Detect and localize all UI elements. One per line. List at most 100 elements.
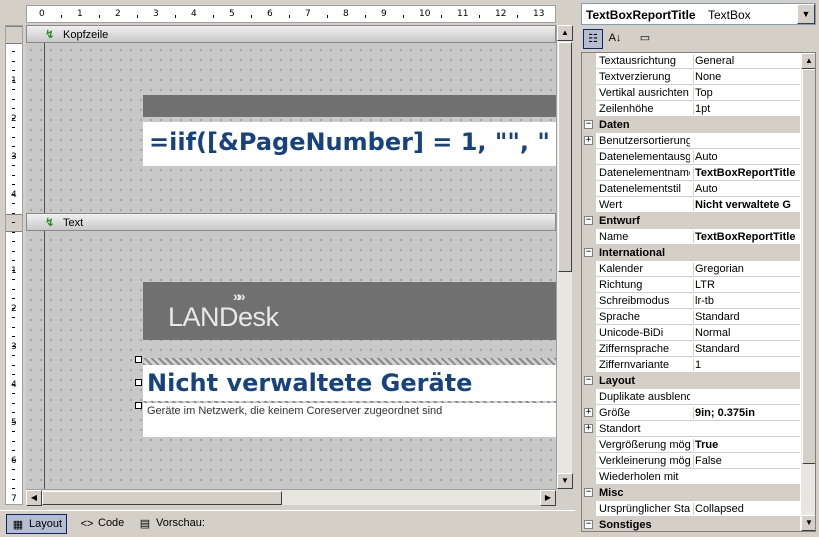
property-value[interactable]: Auto	[693, 151, 800, 163]
tab-layout[interactable]: ▦ Layout	[6, 514, 68, 534]
property-row[interactable]: Duplikate ausblend	[582, 389, 800, 405]
tab-code[interactable]: <> Code	[76, 514, 128, 534]
ruler-tick	[12, 365, 15, 366]
property-value[interactable]: True	[693, 439, 800, 451]
property-value[interactable]: Normal	[693, 327, 800, 339]
property-gutter	[582, 85, 596, 101]
property-value[interactable]: Standard	[693, 311, 800, 323]
ruler-tick	[12, 336, 15, 337]
property-row[interactable]: + Standort	[582, 421, 800, 437]
property-row[interactable]: Textausrichtung General	[582, 53, 800, 69]
report-title-textbox[interactable]: Nicht verwaltete Geräte	[143, 365, 556, 401]
band-header-text[interactable]: ↯ Text	[26, 213, 556, 231]
collapse-icon[interactable]: −	[584, 488, 593, 497]
collapse-icon[interactable]: −	[584, 120, 593, 129]
property-row[interactable]: Ursprünglicher Sta Collapsed	[582, 501, 800, 517]
design-surface[interactable]: ↯ Kopfzeile =iif([&PageNumber] = 1, "", …	[26, 25, 556, 489]
property-row[interactable]: Datenelementausg Auto	[582, 149, 800, 165]
report-subtitle-textbox[interactable]: Geräte im Netzwerk, die keinem Coreserve…	[143, 403, 556, 437]
property-row[interactable]: Datenelementstil Auto	[582, 181, 800, 197]
designer-vertical-scrollbar[interactable]: ▲ ▼	[556, 25, 573, 489]
property-value[interactable]: General	[693, 55, 800, 67]
scroll-left-button[interactable]: ◀	[26, 490, 42, 506]
scroll-right-button[interactable]: ▶	[540, 490, 556, 506]
property-row[interactable]: Zeilenhöhe 1pt	[582, 101, 800, 117]
property-value[interactable]: LTR	[693, 279, 800, 291]
property-value[interactable]: Auto	[693, 183, 800, 195]
property-value[interactable]: None	[693, 71, 800, 83]
property-list: Textausrichtung General Textverzierung None…	[581, 52, 816, 532]
property-value[interactable]: lr-tb	[693, 295, 800, 307]
tab-vorschau[interactable]: ▤ Vorschau:	[134, 514, 209, 534]
scroll-up-button[interactable]: ▲	[557, 25, 573, 41]
property-value[interactable]: 9in; 0.375in	[693, 407, 800, 419]
property-value[interactable]: Top	[693, 87, 800, 99]
property-row[interactable]: Textverzierung None	[582, 69, 800, 85]
property-row[interactable]: Sprache Standard	[582, 309, 800, 325]
property-row[interactable]: Name TextBoxReportTitle	[582, 229, 800, 245]
property-list-scrollbar[interactable]: ▲ ▼	[801, 53, 815, 531]
band-header-kopfzeile[interactable]: ↯ Kopfzeile	[26, 25, 556, 43]
layout-icon: ▦	[12, 519, 24, 531]
property-row[interactable]: Kalender Gregorian	[582, 261, 800, 277]
property-value[interactable]: False	[693, 455, 800, 467]
expand-icon[interactable]: +	[584, 424, 593, 433]
resize-handle-bottom-left[interactable]	[135, 402, 142, 409]
collapse-icon[interactable]: −	[584, 376, 593, 385]
property-row[interactable]: Richtung LTR	[582, 277, 800, 293]
ruler-tick	[12, 460, 15, 461]
property-category[interactable]: − Entwurf	[582, 213, 800, 229]
scroll-down-button[interactable]: ▼	[801, 515, 815, 531]
page-number-formula-textbox[interactable]: =iif([&PageNumber] = 1, "", "	[143, 122, 556, 166]
property-category[interactable]: − Sonstiges	[582, 517, 800, 531]
property-row[interactable]: Wiederholen mit	[582, 469, 800, 485]
property-value[interactable]: Gregorian	[693, 263, 800, 275]
property-value[interactable]: TextBoxReportTitle	[693, 231, 800, 243]
property-value[interactable]: 1	[693, 359, 800, 371]
ruler-number: 12	[495, 9, 507, 19]
property-row[interactable]: Datenelementname TextBoxReportTitle	[582, 165, 800, 181]
collapse-icon[interactable]: −	[584, 216, 593, 225]
property-row[interactable]: + Größe 9in; 0.375in	[582, 405, 800, 421]
property-category[interactable]: − International	[582, 245, 800, 261]
expand-icon[interactable]: +	[584, 408, 593, 417]
property-pages-icon[interactable]: ▭	[635, 29, 655, 49]
property-row[interactable]: Schreibmodus lr-tb	[582, 293, 800, 309]
scroll-thumb[interactable]	[42, 491, 282, 505]
scroll-thumb[interactable]	[558, 42, 572, 272]
ruler-tick	[99, 15, 100, 18]
property-value[interactable]: Standard	[693, 343, 800, 355]
collapse-icon[interactable]: −	[584, 520, 593, 529]
object-selector-dropdown[interactable]: TextBoxReportTitle TextBox ▼	[581, 3, 816, 25]
preview-icon: ▤	[139, 518, 151, 530]
expand-icon[interactable]: +	[584, 136, 593, 145]
landesk-logo-image[interactable]: »» LANDesk	[143, 282, 556, 340]
alphabetical-sort-icon[interactable]: A↓	[605, 29, 625, 49]
property-category[interactable]: − Layout	[582, 373, 800, 389]
property-value[interactable]: TextBoxReportTitle	[693, 167, 800, 179]
property-row[interactable]: Ziffernsprache Standard	[582, 341, 800, 357]
scroll-down-button[interactable]: ▼	[557, 473, 573, 489]
scroll-thumb[interactable]	[802, 69, 815, 464]
property-category[interactable]: − Daten	[582, 117, 800, 133]
resize-handle-top-left[interactable]	[135, 356, 142, 363]
property-gutter	[582, 453, 596, 469]
categorized-view-icon[interactable]: ☷	[583, 29, 603, 49]
resize-handle-middle-left[interactable]	[135, 379, 142, 386]
property-value[interactable]: Nicht verwaltete G	[693, 199, 800, 211]
property-row[interactable]: Ziffernvariante 1	[582, 357, 800, 373]
chevron-down-icon[interactable]: ▼	[797, 4, 815, 24]
property-row[interactable]: + Benutzersortierung	[582, 133, 800, 149]
property-row[interactable]: Vergrößerung mögl True	[582, 437, 800, 453]
property-value[interactable]: 1pt	[693, 103, 800, 115]
property-row[interactable]: Wert Nicht verwaltete G	[582, 197, 800, 213]
ruler-tick	[12, 137, 15, 138]
property-row[interactable]: Vertikal ausrichten Top	[582, 85, 800, 101]
property-category[interactable]: − Misc	[582, 485, 800, 501]
property-row[interactable]: Unicode-BiDi Normal	[582, 325, 800, 341]
property-value[interactable]: Collapsed	[693, 503, 800, 515]
designer-horizontal-scrollbar[interactable]: ◀ ▶	[26, 489, 556, 506]
collapse-icon[interactable]: −	[584, 248, 593, 257]
scroll-up-button[interactable]: ▲	[801, 53, 815, 69]
property-row[interactable]: Verkleinerung mögl False	[582, 453, 800, 469]
